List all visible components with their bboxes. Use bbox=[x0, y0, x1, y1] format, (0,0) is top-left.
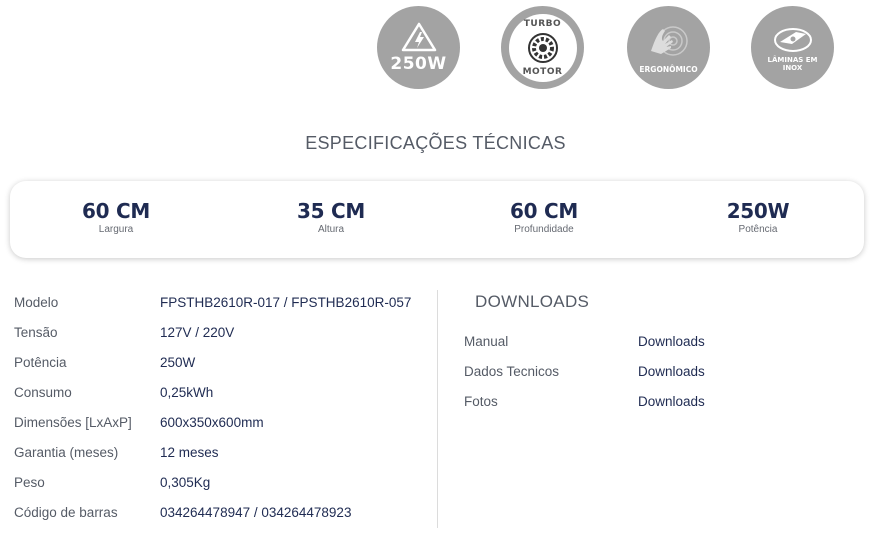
spec-value: 35 CM bbox=[297, 199, 365, 223]
download-label: Fotos bbox=[464, 394, 498, 409]
turbo-motor-icon: TURBO MOTOR bbox=[508, 13, 577, 82]
downloads-title: DOWNLOADS bbox=[475, 292, 590, 311]
row-value: FPSTHB2610R-017 / FPSTHB2610R-057 bbox=[160, 295, 412, 310]
row-value: 0,305Kg bbox=[160, 475, 211, 490]
row-key: Peso bbox=[14, 475, 45, 490]
spec-highlights-card: 60 CM Largura 35 CM Altura 60 CM Profund… bbox=[10, 181, 864, 258]
download-link[interactable]: Downloads bbox=[638, 334, 705, 349]
lightning-triangle-icon bbox=[401, 22, 436, 51]
badge-label: ERGONÔMICO bbox=[639, 65, 698, 74]
row-key: Dimensões [LxAxP] bbox=[14, 415, 132, 430]
column-divider bbox=[437, 290, 438, 528]
badge-label: 250W bbox=[390, 53, 447, 74]
spec-caption: Altura bbox=[317, 224, 345, 235]
row-value: 250W bbox=[160, 355, 196, 370]
row-value: 034264478947 / 034264478923 bbox=[160, 505, 352, 520]
spec-value: 60 CM bbox=[82, 199, 150, 223]
spec-caption: Profundidade bbox=[514, 224, 574, 235]
spec-depth: 60 CM Profundidade bbox=[464, 199, 624, 235]
row-key: Código de barras bbox=[14, 505, 118, 520]
spec-width: 60 CM Largura bbox=[36, 199, 196, 235]
download-label: Manual bbox=[464, 334, 509, 349]
badge-250w: 250W bbox=[377, 6, 460, 89]
download-link[interactable]: Downloads bbox=[638, 394, 705, 409]
badge-turbo-motor: TURBO MOTOR bbox=[501, 6, 584, 89]
row-value: 12 meses bbox=[160, 445, 219, 460]
row-key: Garantia (meses) bbox=[14, 445, 119, 460]
row-key: Tensão bbox=[14, 325, 58, 340]
download-label: Dados Tecnicos bbox=[464, 364, 560, 379]
badge-laminas-inox: LÂMINAS EM INOX bbox=[751, 6, 834, 89]
row-value: 127V / 220V bbox=[160, 325, 235, 340]
spec-caption: Potência bbox=[738, 224, 778, 235]
row-key: Consumo bbox=[14, 385, 72, 400]
badge-ergonomico: ERGONÔMICO bbox=[627, 6, 710, 89]
spec-power: 250W Potência bbox=[678, 199, 838, 235]
blade-icon bbox=[773, 27, 812, 52]
download-link[interactable]: Downloads bbox=[638, 364, 705, 379]
hand-grip-icon bbox=[650, 26, 688, 56]
row-key: Potência bbox=[14, 355, 67, 370]
row-key: Modelo bbox=[14, 295, 59, 310]
spec-value: 60 CM bbox=[510, 199, 578, 223]
row-value: 0,25kWh bbox=[160, 385, 214, 400]
badge-label: LÂMINAS EM INOX bbox=[767, 55, 818, 72]
row-value: 600x350x600mm bbox=[160, 415, 264, 430]
spec-value: 250W bbox=[726, 199, 790, 223]
spec-height: 35 CM Altura bbox=[251, 199, 411, 235]
specs-title: ESPECIFICAÇÕES TÉCNICAS bbox=[305, 133, 566, 153]
spec-caption: Largura bbox=[98, 224, 134, 235]
